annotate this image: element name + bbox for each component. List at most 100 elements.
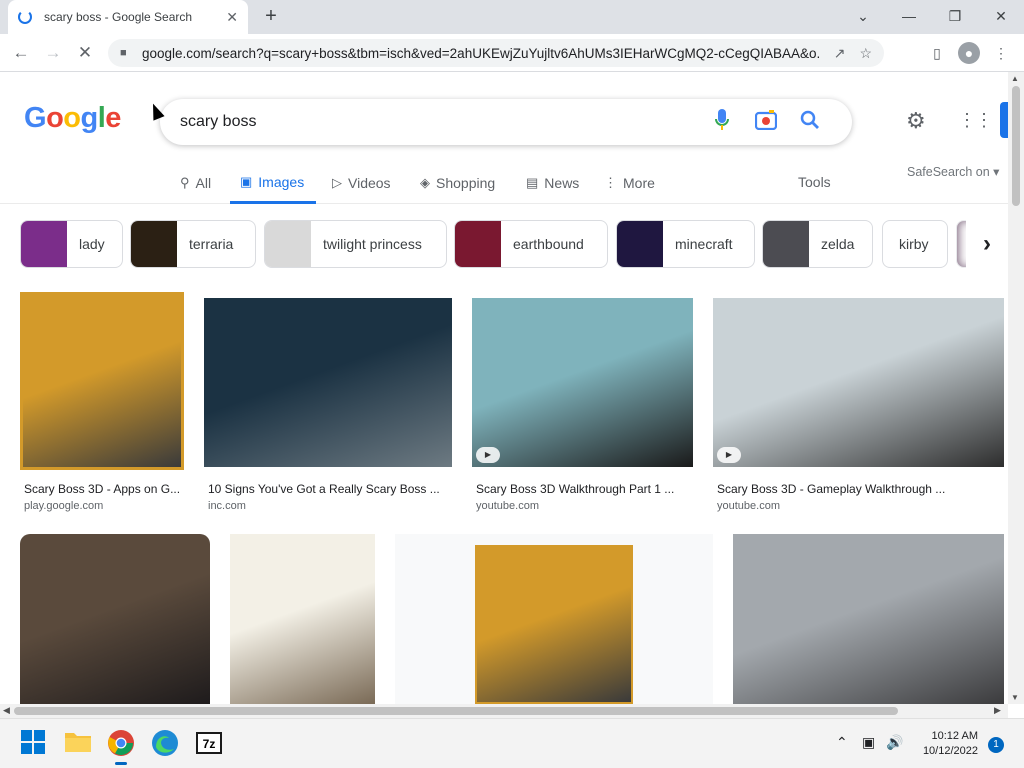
address-bar[interactable]: ■ google.com/search?q=scary+boss&tbm=isc… [108, 39, 884, 67]
search-icon: ⚲ [180, 175, 190, 190]
chip-thumbnail [265, 221, 311, 267]
sign-in-button[interactable] [1000, 102, 1008, 138]
play-icon: ▶ [717, 447, 741, 463]
svg-text:7z: 7z [203, 737, 216, 751]
image-result[interactable]: ▶ Scary Boss 3D - Gameplay Walkthrough .… [713, 298, 1004, 512]
scroll-right-icon[interactable]: ▶ [994, 705, 1001, 716]
play-icon: ▶ [476, 447, 500, 463]
chip-thumbnail [617, 221, 663, 267]
chevron-right-icon[interactable]: › [966, 220, 1008, 268]
tab-search-button[interactable]: ⌄ [840, 2, 886, 30]
chip-zelda[interactable]: zelda [762, 220, 873, 268]
result-caption[interactable]: Scary Boss 3D Walkthrough Part 1 ... [476, 482, 693, 496]
image-result[interactable] [20, 534, 210, 704]
lock-icon: ■ [120, 47, 127, 59]
image-result[interactable] [230, 534, 375, 704]
image-result[interactable]: ▶ Scary Boss 3D Walkthrough Part 1 ... y… [472, 298, 693, 512]
restore-button[interactable]: ❐ [932, 2, 978, 30]
tab-close-icon[interactable]: ✕ [226, 9, 238, 26]
notification-badge[interactable]: 1 [988, 737, 1004, 753]
file-explorer-icon[interactable] [64, 729, 92, 757]
settings-gear-icon[interactable]: ⚙ [906, 108, 926, 134]
tab-more[interactable]: ⋮ More [604, 162, 655, 204]
tab-news[interactable]: ▤ News [526, 162, 579, 204]
result-caption[interactable]: Scary Boss 3D - Apps on G... [24, 482, 184, 496]
result-thumbnail[interactable] [20, 292, 184, 470]
clock-time: 10:12 AM [931, 730, 978, 742]
chip-kirby[interactable]: kirby [882, 220, 948, 268]
page-content: Google scary boss ⚙ ⋮⋮⋮ ⚲ All ▣ Images ▷ Vi… [0, 72, 1008, 704]
chip-thumbnail [131, 221, 177, 267]
chip-minecraft[interactable]: minecraft [616, 220, 755, 268]
search-query-text: scary boss [180, 113, 257, 130]
result-thumbnail[interactable] [733, 534, 1004, 704]
result-thumbnail[interactable]: ▶ [472, 298, 693, 467]
chrome-icon[interactable] [107, 729, 135, 765]
bookmark-star-icon[interactable]: ☆ [859, 45, 872, 62]
horizontal-scrollbar[interactable]: ◀ ▶ [0, 704, 1008, 718]
window-close-button[interactable]: ✕ [978, 2, 1024, 30]
tab-shopping[interactable]: ◈ Shopping [420, 162, 495, 204]
scroll-left-icon[interactable]: ◀ [3, 705, 10, 716]
chip-lady[interactable]: lady [20, 220, 123, 268]
tab-videos[interactable]: ▷ Videos [332, 162, 391, 204]
result-thumbnail[interactable] [204, 298, 452, 467]
safesearch-toggle[interactable]: SafeSearch on ▾ [907, 164, 999, 179]
windows-start-icon[interactable] [20, 729, 48, 757]
share-icon[interactable]: ↗ [834, 45, 846, 62]
edge-icon[interactable] [151, 729, 179, 757]
search-nav-tabs: ⚲ All ▣ Images ▷ Videos ◈ Shopping ▤ News ⋮ Mo… [0, 162, 1008, 204]
show-hidden-icons-chevron-icon[interactable]: ⌃ [836, 734, 848, 751]
new-tab-button[interactable]: + [260, 4, 282, 28]
result-thumbnail[interactable] [20, 534, 210, 704]
stop-loading-icon[interactable]: ✕ [72, 40, 98, 66]
active-app-indicator [115, 762, 127, 765]
result-thumbnail[interactable] [475, 545, 633, 704]
image-result[interactable] [395, 534, 713, 704]
scrollbar-thumb[interactable] [1012, 86, 1020, 206]
result-caption[interactable]: Scary Boss 3D - Gameplay Walkthrough ... [717, 482, 1004, 496]
dots-vertical-icon: ⋮ [604, 175, 617, 190]
scroll-down-icon[interactable]: ▼ [1011, 693, 1019, 702]
result-thumbnail[interactable]: ▶ [713, 298, 1004, 467]
related-search-chips: lady terraria twilight princess earthbou… [20, 220, 1008, 268]
side-panel-icon[interactable]: ▯ [926, 42, 948, 64]
chip-twilight-princess[interactable]: twilight princess [264, 220, 447, 268]
microphone-icon[interactable] [700, 108, 744, 136]
profile-avatar-icon[interactable]: ● [958, 42, 980, 64]
google-logo[interactable]: Google [24, 102, 121, 135]
back-arrow-icon[interactable]: ← [8, 40, 34, 66]
result-source: inc.com [208, 500, 246, 512]
vertical-scrollbar[interactable]: ▲ ▼ [1008, 72, 1024, 704]
image-result[interactable]: 10 Signs You've Got a Really Scary Boss … [204, 298, 452, 512]
network-icon[interactable]: ▣ [862, 734, 875, 751]
browser-toolbar: ← → ✕ ■ google.com/search?q=scary+boss&t… [0, 34, 1024, 72]
image-icon: ▣ [240, 173, 253, 189]
browser-tab[interactable]: scary boss - Google Search ✕ [8, 0, 248, 34]
chip-thumbnail [455, 221, 501, 267]
image-result[interactable] [733, 534, 1004, 704]
image-result[interactable]: Scary Boss 3D - Apps on G... play.google… [20, 292, 184, 512]
scrollbar-thumb[interactable] [14, 707, 898, 715]
result-caption[interactable]: 10 Signs You've Got a Really Scary Boss … [208, 482, 452, 496]
search-icon[interactable] [788, 110, 832, 135]
tag-icon: ◈ [420, 175, 430, 190]
chip-terraria[interactable]: terraria [130, 220, 256, 268]
scroll-up-icon[interactable]: ▲ [1011, 74, 1019, 83]
chip-earthbound[interactable]: earthbound [454, 220, 608, 268]
7zip-icon[interactable]: 7z [195, 729, 223, 757]
search-input[interactable]: scary boss [160, 99, 852, 145]
result-thumbnail[interactable] [230, 534, 375, 704]
camera-lens-icon[interactable] [744, 109, 788, 135]
forward-arrow-icon[interactable]: → [40, 40, 66, 66]
tab-all[interactable]: ⚲ All [180, 162, 211, 204]
tab-images[interactable]: ▣ Images [230, 162, 317, 204]
system-clock[interactable]: 10:12 AM 10/12/2022 [914, 729, 978, 759]
clock-date: 10/12/2022 [922, 745, 978, 757]
volume-icon[interactable]: 🔊 [886, 734, 903, 751]
video-icon: ▷ [332, 175, 342, 190]
tab-strip: scary boss - Google Search ✕ + ⌄ — ❐ ✕ [0, 0, 1024, 34]
menu-kebab-icon[interactable]: ⋮ [990, 42, 1012, 64]
tools-button[interactable]: Tools [798, 174, 831, 190]
minimize-button[interactable]: — [886, 2, 932, 30]
